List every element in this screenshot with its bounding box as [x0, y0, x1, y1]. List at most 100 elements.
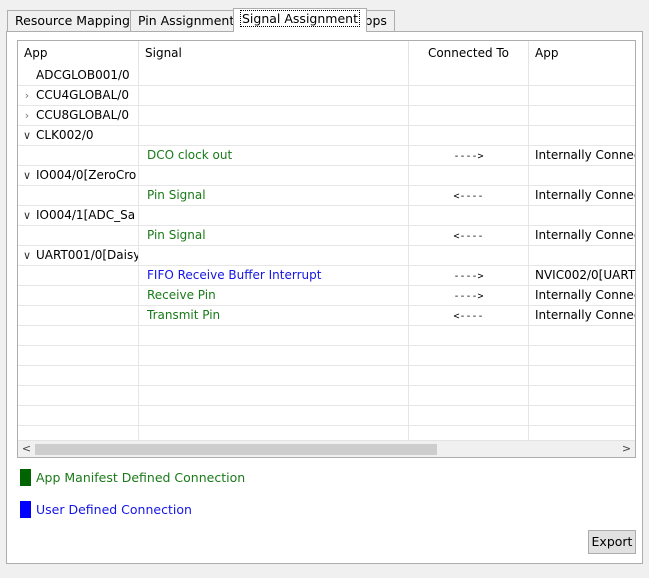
signal-cell — [139, 346, 409, 366]
chevron-left-icon[interactable]: < — [18, 441, 35, 457]
connection-direction: ----> — [409, 266, 529, 286]
connection-direction: <---- — [409, 306, 529, 326]
signal-cell: FIFO Receive Buffer Interrupt — [139, 266, 409, 286]
signal-cell — [139, 66, 409, 86]
chevron-down-icon[interactable]: ∨ — [18, 206, 36, 225]
chevron-right-icon[interactable]: > — [618, 441, 635, 457]
signal-cell: Receive Pin — [139, 286, 409, 306]
column-header-connected-to[interactable]: Connected To — [409, 41, 529, 66]
table-row[interactable] — [18, 386, 635, 406]
table-row[interactable]: › CCU4GLOBAL/0 — [18, 86, 635, 106]
scrollbar-thumb[interactable] — [35, 444, 437, 455]
legend-label-user: User Defined Connection — [36, 502, 192, 517]
connection-direction — [409, 106, 529, 126]
app-cell — [18, 226, 139, 246]
connection-direction — [409, 366, 529, 386]
app-cell — [18, 346, 139, 366]
table-row[interactable]: Pin Signal <---- Internally Connec... — [18, 186, 635, 206]
chevron-down-icon[interactable]: ∨ — [18, 166, 36, 185]
signal-cell — [139, 86, 409, 106]
app-cell — [18, 146, 139, 166]
target-app-cell: Internally Connec... — [535, 308, 635, 322]
connection-direction — [409, 166, 529, 186]
signal-cell — [139, 406, 409, 426]
table-row[interactable]: Pin Signal <---- Internally Connec... — [18, 226, 635, 246]
target-app-cell — [529, 106, 635, 126]
legend-swatch-manifest — [20, 469, 31, 486]
target-app-cell: Internally Connec... — [535, 228, 635, 242]
connection-direction — [409, 346, 529, 366]
chevron-down-icon[interactable]: ∨ — [18, 246, 36, 265]
table-row[interactable]: DCO clock out ----> Internally Connec... — [18, 146, 635, 166]
direction-arrow: ----> — [453, 271, 484, 282]
target-app-cell — [529, 366, 635, 386]
chevron-down-icon[interactable]: ∨ — [18, 126, 36, 145]
table-row[interactable] — [18, 346, 635, 366]
signal-cell: Transmit Pin — [139, 306, 409, 326]
table-row[interactable]: ADCGLOB001/0 — [18, 66, 635, 86]
target-app-cell — [529, 386, 635, 406]
connection-direction — [409, 126, 529, 146]
signal-assignment-panel: App Signal Connected To App ADCGLOB001/0… — [6, 31, 643, 564]
target-app-cell: Internally Connec... — [535, 148, 635, 162]
column-header-app[interactable]: App — [18, 41, 139, 66]
chevron-right-icon[interactable]: › — [18, 86, 36, 105]
tab-resource-mapping[interactable]: Resource Mapping — [7, 10, 138, 31]
chevron-right-icon[interactable]: › — [18, 106, 36, 125]
table-row[interactable]: ∨ UART001/0[Daisy — [18, 246, 635, 266]
signal-cell — [139, 126, 409, 146]
app-cell: ∨ IO004/1[ADC_Sa — [18, 206, 139, 226]
direction-arrow: ----> — [453, 291, 484, 302]
signal-cell — [139, 366, 409, 386]
connection-direction — [409, 386, 529, 406]
table-row[interactable]: ∨ CLK002/0 — [18, 126, 635, 146]
legend-swatch-user — [20, 501, 31, 518]
connection-direction — [409, 206, 529, 226]
table-row[interactable] — [18, 406, 635, 426]
table-row[interactable]: ∨ IO004/1[ADC_Sa — [18, 206, 635, 226]
app-cell — [18, 326, 139, 346]
signal-cell — [139, 326, 409, 346]
table-row[interactable]: ∨ IO004/0[ZeroCro — [18, 166, 635, 186]
target-app-cell — [529, 206, 635, 226]
target-app-cell: NVIC002/0[UART... — [535, 268, 635, 282]
table-row[interactable] — [18, 366, 635, 386]
signal-cell — [139, 246, 409, 266]
app-name: IO004/0[ZeroCro — [36, 168, 137, 182]
table-row[interactable]: › CCU8GLOBAL/0 — [18, 106, 635, 126]
tab-pin-assignment[interactable]: Pin Assignment — [130, 10, 243, 31]
export-button[interactable]: Export — [588, 530, 636, 554]
app-cell: ADCGLOB001/0 — [18, 66, 139, 86]
direction-arrow: <---- — [453, 191, 484, 202]
app-name: ADCGLOB001/0 — [36, 68, 130, 82]
app-name: CCU4GLOBAL/0 — [36, 88, 129, 102]
horizontal-scrollbar[interactable]: < > — [18, 440, 635, 457]
app-cell: › CCU8GLOBAL/0 — [18, 106, 139, 126]
app-cell: › CCU4GLOBAL/0 — [18, 86, 139, 106]
tab-label: Signal Assignment — [240, 10, 360, 27]
table-row[interactable]: Receive Pin ----> Internally Connec... — [18, 286, 635, 306]
app-cell — [18, 386, 139, 406]
target-app-cell — [529, 66, 635, 86]
table-row[interactable] — [18, 326, 635, 346]
connection-direction: <---- — [409, 226, 529, 246]
legend-manifest: App Manifest Defined Connection — [20, 469, 245, 486]
column-header-target-app[interactable]: App — [529, 41, 635, 66]
signal-cell: DCO clock out — [139, 146, 409, 166]
column-header-signal[interactable]: Signal — [139, 41, 409, 66]
tab-label: Pin Assignment — [138, 13, 235, 28]
table-row[interactable]: FIFO Receive Buffer Interrupt ----> NVIC00… — [18, 266, 635, 286]
connection-direction — [409, 406, 529, 426]
app-name: IO004/1[ADC_Sa — [36, 208, 136, 222]
connection-direction — [409, 86, 529, 106]
app-cell — [18, 266, 139, 286]
app-cell — [18, 186, 139, 206]
app-cell: ∨ IO004/0[ZeroCro — [18, 166, 139, 186]
legend-user: User Defined Connection — [20, 501, 192, 518]
signal-cell: Pin Signal — [139, 226, 409, 246]
app-name: CLK002/0 — [36, 128, 94, 142]
table-row[interactable]: Transmit Pin <---- Internally Connec... — [18, 306, 635, 326]
tab-signal-assignment[interactable]: Signal Assignment — [233, 8, 367, 32]
app-cell — [18, 286, 139, 306]
app-cell: ∨ UART001/0[Daisy — [18, 246, 139, 266]
